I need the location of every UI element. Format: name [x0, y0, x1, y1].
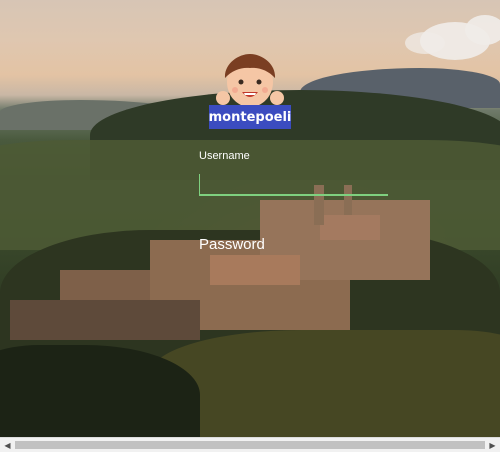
cloud [405, 32, 445, 54]
town-wall [10, 300, 200, 340]
brand-logo: montepoeli [209, 105, 291, 129]
password-label: Password [199, 236, 265, 253]
horizontal-scrollbar[interactable]: ◀ ▶ [0, 437, 500, 452]
scrollbar-thumb[interactable] [15, 441, 485, 449]
scroll-left-arrow-icon[interactable]: ◀ [0, 438, 15, 452]
username-input[interactable] [199, 174, 388, 196]
town-roofs [320, 215, 380, 240]
scroll-right-arrow-icon[interactable]: ▶ [485, 438, 500, 452]
cloud [465, 15, 500, 45]
password-input[interactable] [199, 260, 387, 280]
username-label: Username [199, 150, 250, 162]
foreground-vegetation [150, 330, 500, 437]
